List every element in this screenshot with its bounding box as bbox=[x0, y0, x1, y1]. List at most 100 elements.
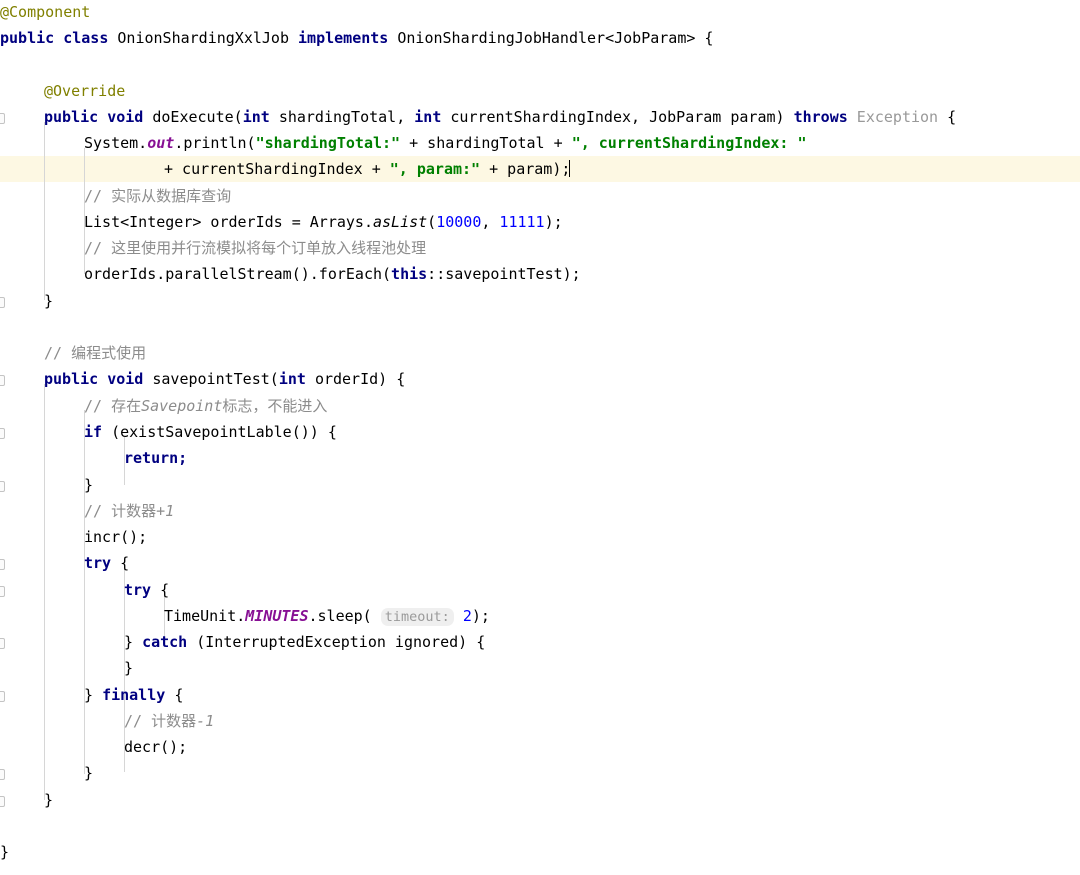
code-token: // 实际从数据库查询 bbox=[84, 187, 232, 205]
code-token: "shardingTotal:" bbox=[255, 134, 401, 152]
code-token: TimeUnit. bbox=[164, 607, 246, 625]
code-line[interactable]: incr(); bbox=[0, 524, 147, 550]
code-token: 10000 bbox=[436, 213, 482, 231]
code-token: ); bbox=[471, 607, 490, 625]
fold-toggle-icon[interactable] bbox=[0, 481, 5, 492]
code-line[interactable]: public void savepointTest(int orderId) { bbox=[0, 366, 405, 392]
code-line[interactable]: System.out.println("shardingTotal:" + sh… bbox=[0, 130, 807, 156]
text-caret bbox=[569, 160, 571, 177]
code-line[interactable]: try { bbox=[0, 577, 169, 603]
code-token: 2 bbox=[462, 607, 472, 625]
code-token: +1 bbox=[156, 502, 175, 520]
code-token: public void bbox=[44, 370, 153, 388]
fold-toggle-icon[interactable] bbox=[0, 559, 5, 570]
fold-toggle-icon[interactable] bbox=[0, 769, 5, 780]
code-line[interactable]: } catch (InterruptedException ignored) { bbox=[0, 629, 485, 655]
code-content[interactable]: @Component public class OnionShardingXxlJ… bbox=[0, 0, 1080, 875]
code-token: } bbox=[84, 476, 94, 494]
code-token: ::savepointTest); bbox=[427, 265, 581, 283]
code-token: currentShardingIndex, JobParam param) bbox=[450, 108, 794, 126]
fold-toggle-icon[interactable] bbox=[0, 796, 5, 807]
code-line[interactable]: try { bbox=[0, 550, 129, 576]
editor-gutter[interactable] bbox=[0, 0, 14, 875]
code-token: (InterruptedException ignored) { bbox=[196, 633, 486, 651]
code-token: catch bbox=[142, 633, 197, 651]
code-token: OnionShardingXxlJob bbox=[117, 29, 299, 47]
code-token: } bbox=[44, 791, 54, 809]
code-line[interactable]: } finally { bbox=[0, 682, 183, 708]
code-line[interactable]: public void doExecute(int shardingTotal,… bbox=[0, 104, 956, 130]
code-token: // 这里使用并行流模拟将每个订单放入线程池处理 bbox=[84, 239, 427, 257]
code-line[interactable]: // 计数器+1 bbox=[0, 498, 174, 524]
code-line[interactable]: } bbox=[0, 655, 133, 681]
code-line[interactable]: @Override bbox=[0, 78, 125, 104]
code-line[interactable]: TimeUnit.MINUTES.sleep( timeout: 2); bbox=[0, 603, 490, 629]
code-token: .sleep( bbox=[308, 607, 372, 625]
code-token: orderIds.parallelStream().forEach( bbox=[84, 265, 392, 283]
code-token: .println( bbox=[174, 134, 256, 152]
code-line[interactable]: return; bbox=[0, 445, 187, 471]
code-token: List<Integer> orderIds = Arrays. bbox=[84, 213, 373, 231]
code-token: // 存在 bbox=[84, 397, 142, 415]
code-line[interactable]: // 存在Savepoint标志，不能进入 bbox=[0, 393, 327, 419]
code-line[interactable]: // 计数器-1 bbox=[0, 708, 214, 734]
code-token: public class bbox=[0, 29, 118, 47]
code-token: + param); bbox=[480, 160, 571, 178]
code-token: // 计数器 bbox=[124, 712, 197, 730]
code-token: if bbox=[84, 423, 112, 441]
code-line[interactable]: public class OnionShardingXxlJob impleme… bbox=[0, 25, 713, 51]
code-line[interactable]: List<Integer> orderIds = Arrays.asList(1… bbox=[0, 209, 563, 235]
fold-toggle-icon[interactable] bbox=[0, 691, 5, 702]
code-token: public void bbox=[44, 108, 153, 126]
fold-toggle-icon[interactable] bbox=[0, 586, 5, 597]
code-line[interactable]: // 编程式使用 bbox=[0, 340, 146, 366]
code-token: + currentShardingIndex + bbox=[164, 160, 390, 178]
code-token: try bbox=[124, 581, 161, 599]
code-line[interactable]: decr(); bbox=[0, 734, 187, 760]
code-token: ); bbox=[544, 213, 563, 231]
code-token: } bbox=[84, 686, 103, 704]
code-token: (existSavepointLable()) { bbox=[111, 423, 337, 441]
code-token: implements bbox=[298, 29, 398, 47]
code-token: Savepoint bbox=[141, 397, 223, 415]
fold-toggle-icon[interactable] bbox=[0, 428, 5, 439]
code-line[interactable]: if (existSavepointLable()) { bbox=[0, 419, 337, 445]
code-token: try bbox=[84, 554, 121, 572]
code-token: MINUTES bbox=[245, 607, 309, 625]
code-token: { bbox=[160, 581, 170, 599]
fold-toggle-icon[interactable] bbox=[0, 375, 5, 386]
code-token: } bbox=[84, 764, 94, 782]
fold-toggle-icon[interactable] bbox=[0, 297, 5, 308]
code-line[interactable]: // 实际从数据库查询 bbox=[0, 183, 231, 209]
code-token: throws bbox=[793, 108, 857, 126]
code-token: 11111 bbox=[499, 213, 545, 231]
code-line[interactable]: // 这里使用并行流模拟将每个订单放入线程池处理 bbox=[0, 235, 426, 261]
code-token: } bbox=[124, 659, 134, 677]
inlay-parameter-hint: timeout: bbox=[380, 608, 454, 626]
code-token: incr(); bbox=[84, 528, 148, 546]
code-token: out bbox=[147, 134, 175, 152]
code-token: ", currentShardingIndex: " bbox=[571, 134, 807, 152]
code-token: 标志，不能进入 bbox=[222, 397, 328, 415]
code-token: { bbox=[938, 108, 957, 126]
code-editor[interactable]: @Component public class OnionShardingXxlJ… bbox=[0, 0, 1080, 875]
code-token: // 计数器 bbox=[84, 502, 157, 520]
code-line[interactable]: + currentShardingIndex + ", param:" + pa… bbox=[0, 156, 571, 182]
code-line[interactable]: orderIds.parallelStream().forEach(this::… bbox=[0, 261, 581, 287]
code-token: , bbox=[481, 213, 500, 231]
code-token: // 编程式使用 bbox=[44, 344, 147, 362]
code-token: OnionShardingJobHandler<JobParam> { bbox=[397, 29, 714, 47]
code-token: doExecute( bbox=[152, 108, 243, 126]
code-token: savepointTest( bbox=[152, 370, 279, 388]
code-token: decr(); bbox=[124, 738, 188, 756]
code-token: this bbox=[391, 265, 428, 283]
code-token: int bbox=[242, 108, 279, 126]
code-token: Exception bbox=[856, 108, 939, 126]
code-token: -1 bbox=[196, 712, 215, 730]
code-token: finally bbox=[102, 686, 175, 704]
fold-toggle-icon[interactable] bbox=[0, 113, 5, 124]
fold-toggle-icon[interactable] bbox=[0, 638, 5, 649]
code-token: int bbox=[278, 370, 315, 388]
